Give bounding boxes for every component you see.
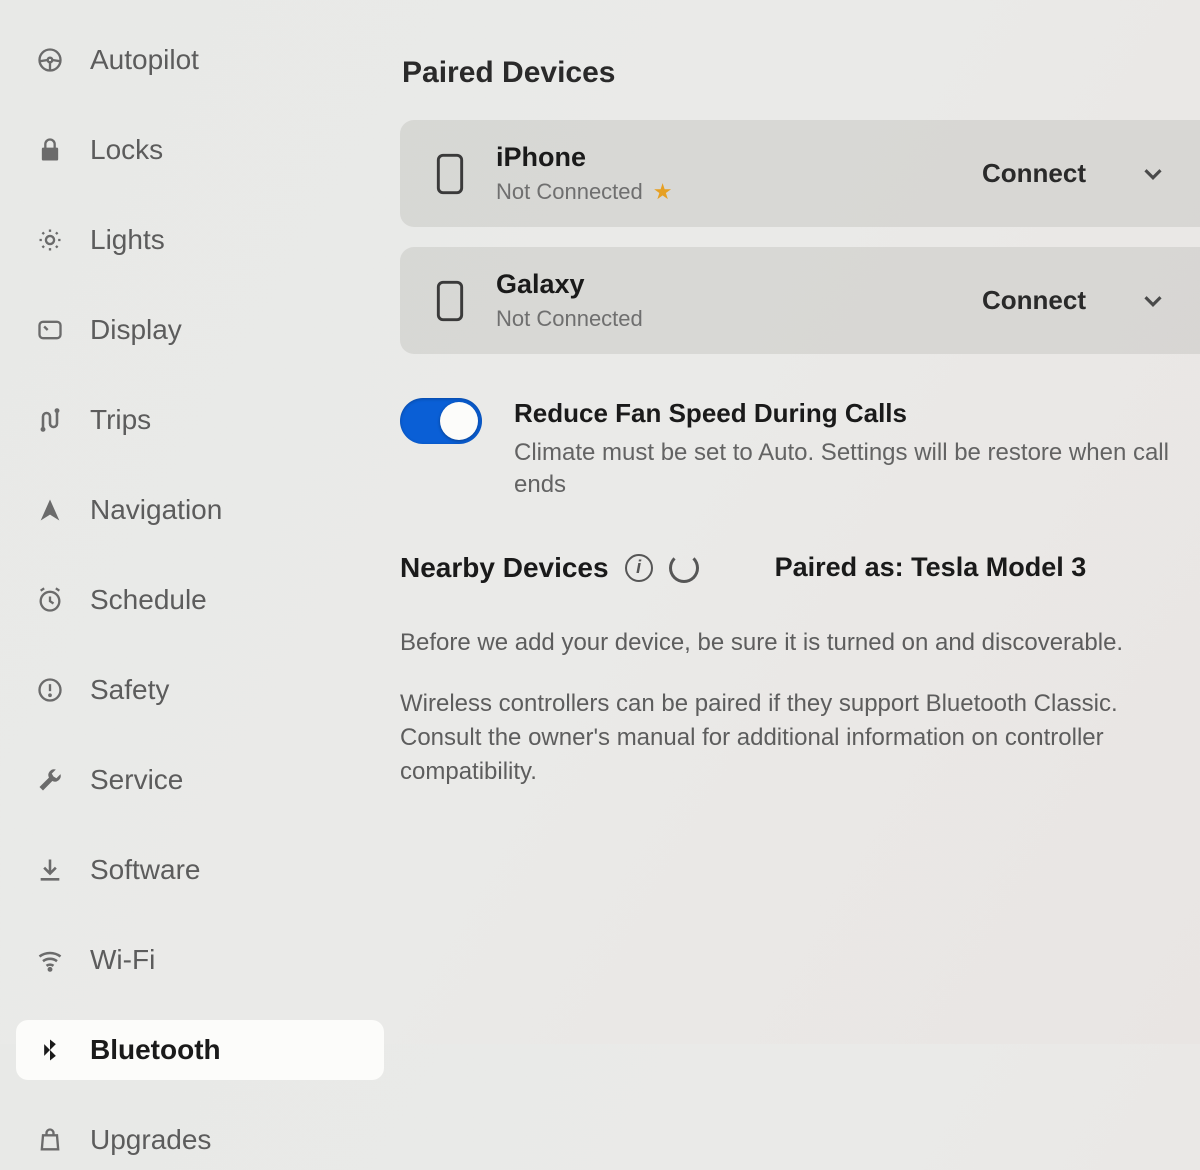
toggle-knob bbox=[440, 402, 478, 440]
sidebar-item-label: Trips bbox=[90, 404, 151, 436]
alarm-icon bbox=[34, 584, 66, 616]
sidebar-item-label: Safety bbox=[90, 674, 169, 706]
sidebar-item-label: Software bbox=[90, 854, 201, 886]
nearby-help-text: Before we add your device, be sure it is… bbox=[400, 626, 1200, 816]
sidebar-item-bluetooth[interactable]: Bluetooth bbox=[16, 1020, 384, 1080]
device-info: Galaxy Not Connected bbox=[496, 269, 950, 332]
nearby-devices-header: Nearby Devices i Paired as: Tesla Model … bbox=[400, 552, 1200, 584]
chevron-down-icon[interactable] bbox=[1136, 284, 1170, 318]
exclamation-circle-icon bbox=[34, 674, 66, 706]
sidebar-item-label: Wi-Fi bbox=[90, 944, 155, 976]
toggle-description: Climate must be set to Auto. Settings wi… bbox=[514, 437, 1190, 502]
device-name: iPhone bbox=[496, 142, 950, 173]
sidebar-item-schedule[interactable]: Schedule bbox=[16, 570, 384, 630]
sidebar-item-label: Service bbox=[90, 764, 183, 796]
sidebar-item-wifi[interactable]: Wi-Fi bbox=[16, 930, 384, 990]
help-paragraph: Wireless controllers can be paired if th… bbox=[400, 687, 1182, 788]
sidebar-item-safety[interactable]: Safety bbox=[16, 660, 384, 720]
device-info: iPhone Not Connected ★ bbox=[496, 142, 950, 205]
wifi-icon bbox=[34, 944, 66, 976]
sidebar-item-label: Autopilot bbox=[90, 44, 199, 76]
sidebar-item-navigation[interactable]: Navigation bbox=[16, 480, 384, 540]
download-icon bbox=[34, 854, 66, 886]
nearby-devices-label: Nearby Devices bbox=[400, 552, 609, 584]
sidebar-item-autopilot[interactable]: Autopilot bbox=[16, 30, 384, 90]
sidebar-item-label: Navigation bbox=[90, 494, 222, 526]
device-status: Not Connected bbox=[496, 179, 643, 205]
lock-icon bbox=[34, 134, 66, 166]
paired-as-text: Paired as: Tesla Model 3 bbox=[775, 552, 1087, 583]
wrench-icon bbox=[34, 764, 66, 796]
sidebar-item-trips[interactable]: Trips bbox=[16, 390, 384, 450]
paired-devices-title: Paired Devices bbox=[400, 56, 1200, 90]
sidebar-item-upgrades[interactable]: Upgrades bbox=[16, 1110, 384, 1170]
chevron-down-icon[interactable] bbox=[1136, 157, 1170, 191]
steering-wheel-icon bbox=[34, 44, 66, 76]
scanning-spinner-icon bbox=[669, 553, 699, 583]
sidebar-item-label: Lights bbox=[90, 224, 165, 256]
toggle-title: Reduce Fan Speed During Calls bbox=[514, 398, 1190, 429]
nav-arrow-icon bbox=[34, 494, 66, 526]
connect-button[interactable]: Connect bbox=[976, 277, 1092, 324]
route-icon bbox=[34, 404, 66, 436]
sidebar-item-label: Schedule bbox=[90, 584, 207, 616]
settings-sidebar: Autopilot Locks Lights Display Trips Nav… bbox=[0, 0, 400, 1044]
sidebar-item-label: Locks bbox=[90, 134, 163, 166]
info-icon[interactable]: i bbox=[625, 554, 653, 582]
sidebar-item-lights[interactable]: Lights bbox=[16, 210, 384, 270]
reduce-fan-speed-toggle[interactable] bbox=[400, 398, 482, 444]
phone-icon bbox=[430, 146, 470, 202]
phone-icon bbox=[430, 273, 470, 329]
sidebar-item-label: Bluetooth bbox=[90, 1034, 221, 1066]
sidebar-item-label: Upgrades bbox=[90, 1124, 211, 1156]
sidebar-item-label: Display bbox=[90, 314, 182, 346]
reduce-fan-speed-setting: Reduce Fan Speed During Calls Climate mu… bbox=[400, 398, 1200, 502]
help-paragraph: Before we add your device, be sure it is… bbox=[400, 626, 1182, 660]
bluetooth-settings-panel: Paired Devices iPhone Not Connected ★ Co… bbox=[400, 0, 1200, 1044]
bluetooth-icon bbox=[34, 1034, 66, 1066]
sidebar-item-software[interactable]: Software bbox=[16, 840, 384, 900]
sidebar-item-display[interactable]: Display bbox=[16, 300, 384, 360]
bag-icon bbox=[34, 1124, 66, 1156]
paired-device-row[interactable]: Galaxy Not Connected Connect bbox=[400, 247, 1200, 354]
sidebar-item-locks[interactable]: Locks bbox=[16, 120, 384, 180]
star-icon: ★ bbox=[653, 179, 673, 205]
paired-device-row[interactable]: iPhone Not Connected ★ Connect bbox=[400, 120, 1200, 227]
display-icon bbox=[34, 314, 66, 346]
brightness-icon bbox=[34, 224, 66, 256]
connect-button[interactable]: Connect bbox=[976, 150, 1092, 197]
device-name: Galaxy bbox=[496, 269, 950, 300]
sidebar-item-service[interactable]: Service bbox=[16, 750, 384, 810]
device-status: Not Connected bbox=[496, 306, 643, 332]
